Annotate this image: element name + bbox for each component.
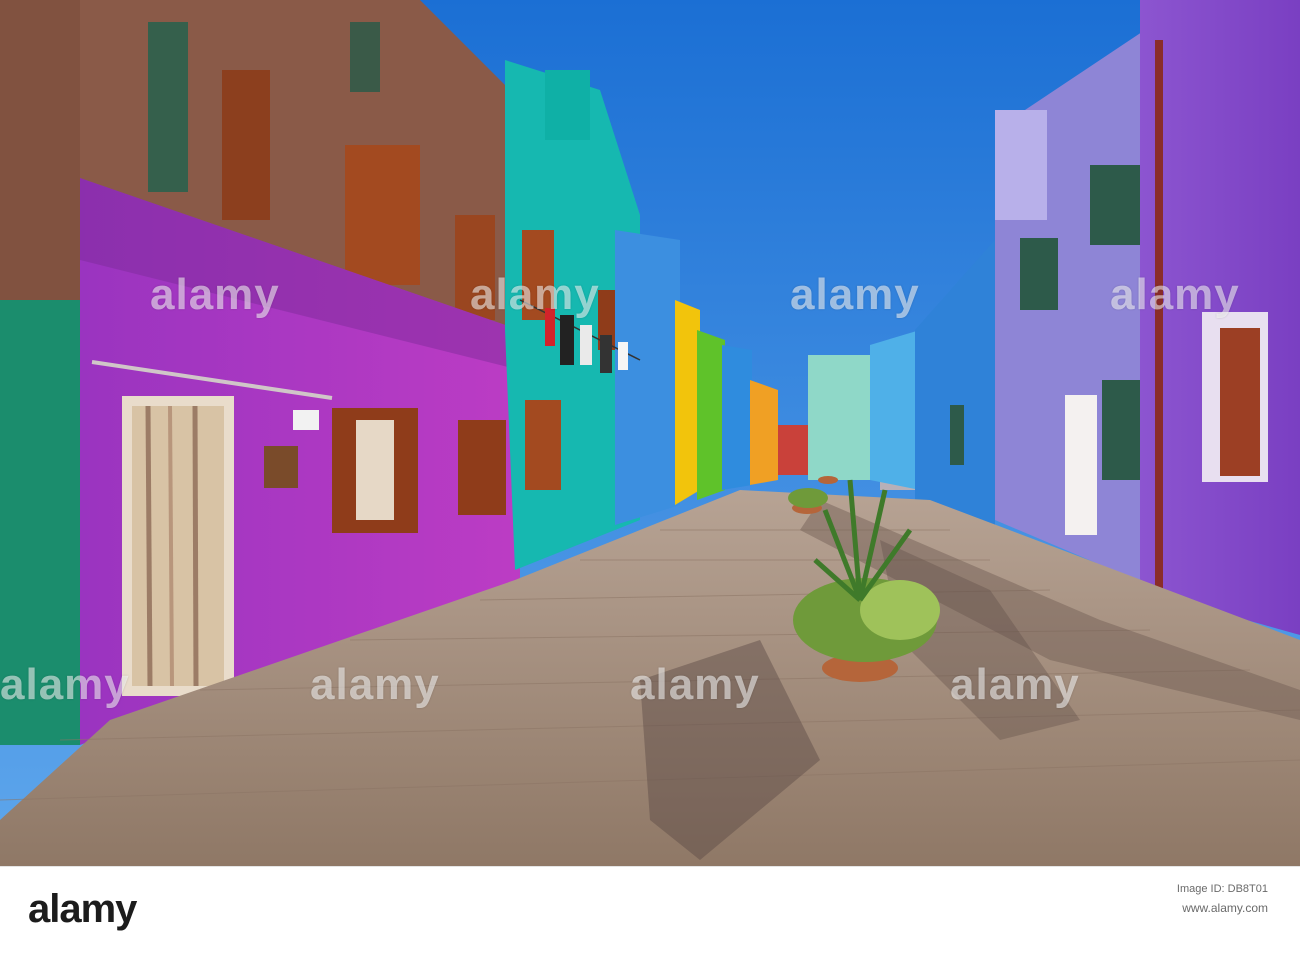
lavender-chimney — [995, 110, 1047, 220]
alamy-logo: alamy — [28, 887, 137, 931]
house-number-plate — [293, 410, 319, 430]
yellow-house — [675, 300, 700, 505]
left-green-house — [0, 300, 80, 745]
teal-window-2 — [525, 400, 561, 490]
site-url: www.alamy.com — [1182, 901, 1268, 915]
teal-chimney — [545, 70, 590, 140]
street-scene-illustration — [0, 0, 1300, 866]
lavender-window-1 — [1020, 238, 1058, 310]
window-mid-1 — [345, 145, 420, 285]
window-upper-2 — [222, 70, 270, 220]
wall-lamp — [264, 446, 298, 488]
burano-street-photo: alamy alamy alamy alamy alamy alamy alam… — [0, 0, 1300, 866]
image-id-block: Image ID: DB8T01 www.alamy.com — [1177, 883, 1268, 915]
stock-photo-page: alamy alamy alamy alamy alamy alamy alam… — [0, 0, 1300, 953]
shutter-window-2 — [458, 420, 506, 515]
blue-house-left — [615, 230, 680, 525]
window-upper-1 — [148, 22, 188, 192]
window-mid-2 — [455, 215, 495, 320]
lavender-door — [1065, 395, 1097, 535]
teal-window-1 — [522, 230, 554, 320]
green-house — [697, 330, 725, 500]
stock-footer: alamy Image ID: DB8T01 www.alamy.com — [0, 866, 1300, 953]
lavender-window-2 — [1090, 165, 1145, 245]
distant-blue-house — [870, 330, 920, 490]
drainpipe — [1155, 40, 1163, 590]
brick-shade — [0, 0, 80, 330]
window-upper-3 — [350, 22, 380, 92]
orange-house — [750, 380, 778, 485]
image-id-label: Image ID: DB8T01 — [1176, 883, 1268, 895]
planter-pot-distant — [818, 476, 838, 484]
blue-house-small — [722, 345, 752, 490]
